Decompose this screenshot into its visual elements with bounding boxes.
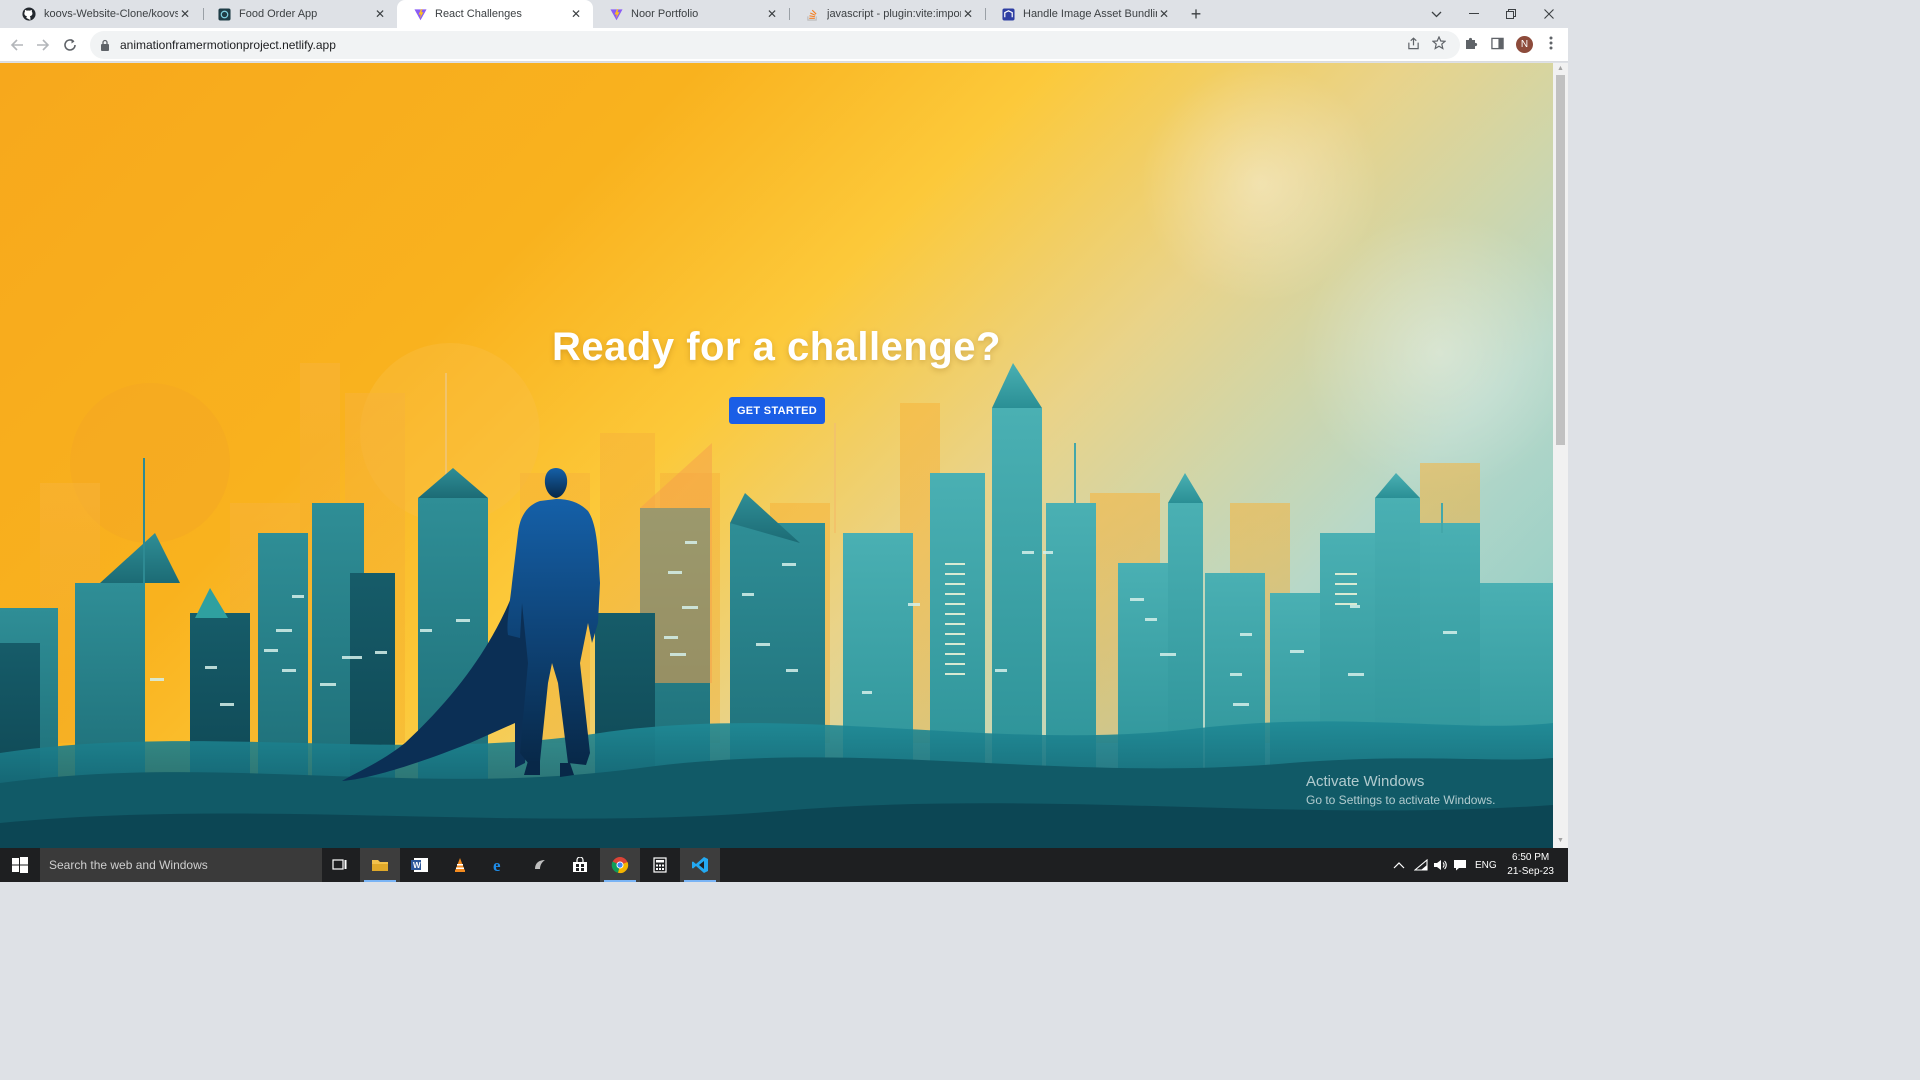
chevron-down-icon — [1431, 11, 1441, 17]
tab-react-challenges[interactable]: React Challenges ✕ — [397, 0, 593, 28]
menu-kebab-icon[interactable] — [1543, 35, 1559, 51]
watermark-title: Activate Windows — [1306, 773, 1425, 790]
restore-icon — [1506, 9, 1516, 19]
chevron-up-icon — [1393, 862, 1405, 869]
taskbar-search[interactable]: Search the web and Windows — [40, 848, 322, 882]
tab-image-assets[interactable]: Handle Image Asset Bundling us ✕ — [985, 0, 1181, 28]
windows-logo-icon — [12, 857, 28, 873]
svg-text:W: W — [413, 861, 421, 870]
start-button[interactable] — [0, 848, 40, 882]
tab-title: koovs-Website-Clone/koovs.com — [44, 8, 178, 20]
volume-icon[interactable] — [1433, 848, 1447, 882]
vlc-icon[interactable] — [440, 848, 480, 882]
edge-icon[interactable]: e — [480, 848, 520, 882]
tab-strip: koovs-Website-Clone/koovs.com ✕ Food Ord… — [0, 0, 1568, 28]
tab-search-button[interactable] — [1417, 0, 1455, 28]
browser-toolbar: animationframermotionproject.netlify.app… — [0, 28, 1568, 62]
vite-icon — [413, 7, 427, 21]
close-icon[interactable]: ✕ — [373, 7, 387, 21]
active-indicator — [604, 880, 636, 882]
scroll-down-arrow-icon[interactable]: ▼ — [1556, 837, 1565, 845]
bookmark-star-icon[interactable] — [1431, 35, 1447, 51]
scroll-up-arrow-icon[interactable]: ▲ — [1556, 65, 1565, 73]
svg-text:e: e — [493, 856, 501, 874]
active-indicator — [364, 880, 396, 882]
reload-button[interactable] — [59, 34, 81, 56]
restore-button[interactable] — [1492, 0, 1530, 28]
show-hidden-icons[interactable] — [1393, 848, 1405, 882]
tab-food-order[interactable]: Food Order App ✕ — [201, 0, 397, 28]
url-text: animationframermotionproject.netlify.app — [120, 38, 336, 52]
tab-title: Handle Image Asset Bundling us — [1023, 8, 1157, 20]
close-icon[interactable]: ✕ — [178, 7, 192, 21]
tab-title: React Challenges — [435, 8, 522, 20]
close-icon[interactable]: ✕ — [765, 7, 779, 21]
lock-icon — [100, 38, 112, 52]
city-skyline-illustration — [0, 63, 1553, 848]
system-clock[interactable]: 6:50 PM 21-Sep-23 — [1507, 851, 1554, 879]
language-indicator[interactable]: ENG — [1475, 848, 1497, 882]
chrome-icon[interactable] — [600, 848, 640, 882]
forward-button[interactable] — [32, 34, 54, 56]
notification-icon[interactable] — [1453, 848, 1467, 882]
site-icon — [1001, 7, 1015, 21]
file-explorer-icon[interactable] — [360, 848, 400, 882]
tab-koovs[interactable]: koovs-Website-Clone/koovs.com ✕ — [6, 0, 202, 28]
page-scrollbar[interactable]: ▲ ▼ — [1553, 63, 1568, 848]
calculator-icon[interactable] — [640, 848, 680, 882]
reload-icon — [64, 39, 76, 51]
close-icon — [1544, 9, 1554, 19]
side-panel-icon[interactable] — [1489, 35, 1505, 51]
github-icon — [22, 7, 36, 21]
network-icon[interactable] — [1414, 848, 1428, 882]
task-view-icon[interactable] — [320, 848, 360, 882]
activate-windows-watermark: Activate Windows Go to Settings to activ… — [1306, 773, 1495, 807]
close-icon[interactable]: ✕ — [1157, 7, 1171, 21]
stackoverflow-icon — [805, 7, 819, 21]
close-icon[interactable]: ✕ — [961, 7, 975, 21]
clock-date: 21-Sep-23 — [1507, 866, 1554, 877]
tab-title: Food Order App — [239, 8, 318, 20]
clock-time: 6:50 PM — [1512, 852, 1550, 863]
minimize-icon — [1469, 13, 1479, 14]
extensions-icon[interactable] — [1463, 35, 1479, 51]
get-started-button[interactable]: GET STARTED — [729, 397, 825, 424]
page-viewport: Ready for a challenge? GET STARTED Activ… — [0, 63, 1553, 848]
tab-noor-portfolio[interactable]: Noor Portfolio ✕ — [593, 0, 789, 28]
store-icon[interactable] — [560, 848, 600, 882]
hero-headline: Ready for a challenge? — [552, 325, 1001, 369]
back-button[interactable] — [6, 34, 28, 56]
vscode-icon[interactable] — [680, 848, 720, 882]
active-indicator — [684, 880, 716, 882]
vite-icon — [609, 7, 623, 21]
arrow-left-icon — [10, 39, 23, 51]
tab-title: javascript - plugin:vite:import-an — [827, 8, 961, 20]
app-icon[interactable] — [520, 848, 560, 882]
share-icon[interactable] — [1405, 35, 1421, 51]
new-tab-button[interactable]: + — [1187, 5, 1205, 23]
tab-title: Noor Portfolio — [631, 8, 699, 20]
minimize-button[interactable] — [1455, 0, 1493, 28]
windows-taskbar: Search the web and Windows W e ENG 6:50 … — [0, 848, 1568, 882]
scroll-thumb[interactable] — [1556, 75, 1565, 445]
app-icon — [217, 7, 231, 21]
close-icon[interactable]: ✕ — [569, 7, 583, 21]
watermark-subtitle: Go to Settings to activate Windows. — [1306, 793, 1496, 807]
tab-stackoverflow[interactable]: javascript - plugin:vite:import-an ✕ — [789, 0, 985, 28]
arrow-right-icon — [37, 39, 50, 51]
close-window-button[interactable] — [1530, 0, 1568, 28]
word-icon[interactable]: W — [400, 848, 440, 882]
profile-avatar[interactable]: N — [1516, 36, 1533, 53]
address-bar[interactable]: animationframermotionproject.netlify.app — [90, 31, 1460, 59]
